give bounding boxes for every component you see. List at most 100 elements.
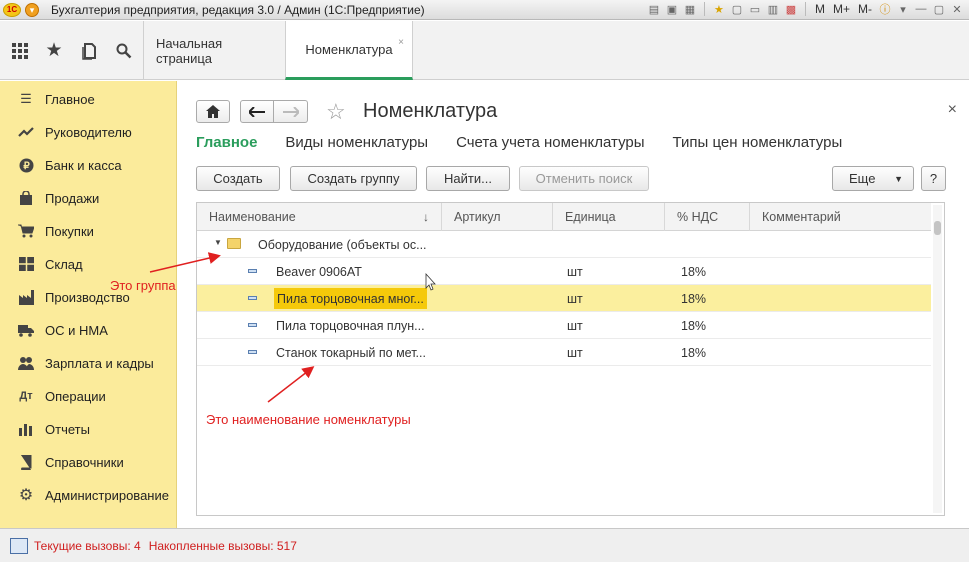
create-button[interactable]: Создать: [196, 166, 280, 191]
app-logo-icon: 1С: [3, 2, 21, 17]
sidebar-item-label: Администрирование: [45, 487, 169, 503]
save-icon[interactable]: ▣: [664, 1, 680, 17]
sidebar-item-operations[interactable]: Дт Операции: [0, 385, 177, 407]
main-menu-icon[interactable]: ▾: [25, 2, 39, 17]
cancel-search-button[interactable]: Отменить поиск: [519, 166, 649, 191]
search-icon[interactable]: [106, 21, 142, 80]
forward-button[interactable]: [274, 100, 308, 123]
coin-icon: ₽: [18, 157, 34, 173]
status-bar: Текущие вызовы: 4 Накопленные вызовы: 51…: [0, 528, 969, 562]
favorites-star-icon[interactable]: ★: [36, 21, 72, 80]
separator: [804, 2, 806, 16]
cell-comment: [763, 339, 923, 366]
table-row[interactable]: Beaver 0906AT шт 18%: [197, 258, 931, 285]
operations-icon: Дт: [19, 390, 33, 402]
find-button[interactable]: Найти...: [426, 166, 510, 191]
sidebar-item-bank[interactable]: ₽ Банк и касса: [0, 154, 177, 176]
chevron-down-icon[interactable]: ▾: [895, 1, 911, 17]
sidebar-item-label: Руководителю: [45, 124, 132, 140]
close-form-button[interactable]: ×: [948, 101, 957, 119]
apps-grid-icon[interactable]: [2, 21, 38, 80]
arrow-left-icon: [249, 106, 265, 117]
maximize-icon[interactable]: ▢: [931, 1, 947, 17]
cell-name: Beaver 0906AT: [276, 264, 362, 279]
memory-plus-button[interactable]: M+: [830, 2, 853, 16]
item-icon: [248, 350, 257, 354]
info-icon[interactable]: ⓘ: [877, 1, 893, 17]
back-button[interactable]: [240, 100, 274, 123]
scrollbar-thumb[interactable]: [934, 221, 941, 235]
print-icon[interactable]: ▤: [646, 1, 662, 17]
sidebar-item-sales[interactable]: Продажи: [0, 187, 177, 209]
vertical-scrollbar[interactable]: [933, 205, 942, 513]
history-icon[interactable]: [72, 21, 108, 80]
bag-icon: [18, 190, 34, 206]
memory-button[interactable]: M: [812, 2, 828, 16]
sidebar-item-fixed-assets[interactable]: ОС и НМА: [0, 319, 177, 341]
sidebar-item-reports[interactable]: Отчеты: [0, 418, 177, 440]
home-button[interactable]: [196, 100, 230, 123]
folder-icon: [227, 238, 241, 249]
nomenclature-table: Наименование ↓ Артикул Единица % НДС Ком…: [196, 202, 945, 516]
section-price-types[interactable]: Типы цен номенклатуры: [673, 134, 843, 151]
section-main[interactable]: Главное: [196, 134, 257, 151]
table-row[interactable]: Пила торцовочная плун... шт 18%: [197, 312, 931, 339]
item-icon: [248, 269, 257, 273]
factory-icon: [18, 289, 34, 305]
warehouse-icon: [18, 256, 34, 272]
table-row[interactable]: Станок токарный по мет... шт 18%: [197, 339, 931, 366]
annotation-item-label: Это наименование номенклатуры: [206, 412, 411, 427]
close-icon[interactable]: ✕: [949, 1, 965, 17]
form-sections: Главное Виды номенклатуры Счета учета но…: [196, 134, 870, 151]
column-name[interactable]: Наименование ↓: [197, 203, 442, 231]
sidebar-item-purchases[interactable]: Покупки: [0, 220, 177, 242]
tab-label: Начальная страница: [156, 35, 223, 66]
gear-icon: ⚙: [18, 487, 34, 504]
favorite-icon[interactable]: ★: [711, 1, 727, 17]
cell-comment: [763, 312, 923, 339]
cell-comment: [763, 258, 923, 285]
tab-home-page[interactable]: Начальная страница: [143, 21, 285, 80]
calendar-icon[interactable]: ▩: [783, 1, 799, 17]
trend-icon: [18, 124, 34, 140]
section-nomenclature-types[interactable]: Виды номенклатуры: [285, 134, 428, 151]
column-vat[interactable]: % НДС: [665, 203, 750, 231]
svg-text:₽: ₽: [23, 161, 30, 172]
tab-nomenclature[interactable]: Номенклатура ×: [285, 21, 413, 80]
cell-unit: шт: [567, 264, 583, 279]
tab-close-icon[interactable]: ×: [398, 37, 404, 48]
sidebar-item-directories[interactable]: Справочники: [0, 451, 177, 473]
sidebar-item-label: Справочники: [45, 454, 124, 470]
add-to-favorites-star-icon[interactable]: ☆: [326, 99, 346, 125]
group-name: Оборудование (объекты ос...: [258, 237, 427, 252]
column-article[interactable]: Артикул: [442, 203, 553, 231]
tab-label: Номенклатура: [305, 41, 393, 57]
help-button[interactable]: ?: [921, 166, 946, 191]
calls-monitor-icon[interactable]: [10, 537, 28, 554]
preview-icon[interactable]: ▦: [682, 1, 698, 17]
cell-unit: шт: [567, 345, 583, 360]
window-title: Бухгалтерия предприятия, редакция 3.0 / …: [51, 2, 425, 17]
calculator-icon[interactable]: ▥: [765, 1, 781, 17]
sidebar-item-warehouse[interactable]: Склад: [0, 253, 177, 275]
create-group-button[interactable]: Создать группу: [290, 166, 417, 191]
section-accounts[interactable]: Счета учета номенклатуры: [456, 134, 644, 151]
cell-article: [455, 312, 555, 339]
table-row-group[interactable]: ▼ Оборудование (объекты ос...: [197, 231, 931, 258]
item-icon: [248, 296, 257, 300]
sidebar-item-manager[interactable]: Руководителю: [0, 121, 177, 143]
home-icon: [206, 105, 220, 118]
column-comment[interactable]: Комментарий: [750, 203, 931, 231]
bookmark-icon[interactable]: ▢: [729, 1, 745, 17]
sidebar-item-main[interactable]: ☰ Главное: [0, 88, 177, 110]
more-button[interactable]: Еще ▼: [832, 166, 914, 191]
sidebar-item-administration[interactable]: ⚙ Администрирование: [0, 484, 177, 506]
history-icon[interactable]: ▭: [747, 1, 763, 17]
minimize-icon[interactable]: —: [913, 1, 929, 17]
column-unit[interactable]: Единица: [553, 203, 665, 231]
table-row-selected[interactable]: Пила торцовочная мног... шт 18%: [197, 285, 931, 312]
cell-vat: 18%: [681, 291, 707, 306]
sidebar-item-salary[interactable]: Зарплата и кадры: [0, 352, 177, 374]
memory-minus-button[interactable]: M-: [855, 2, 875, 16]
expand-triangle-icon[interactable]: ▼: [214, 238, 222, 247]
